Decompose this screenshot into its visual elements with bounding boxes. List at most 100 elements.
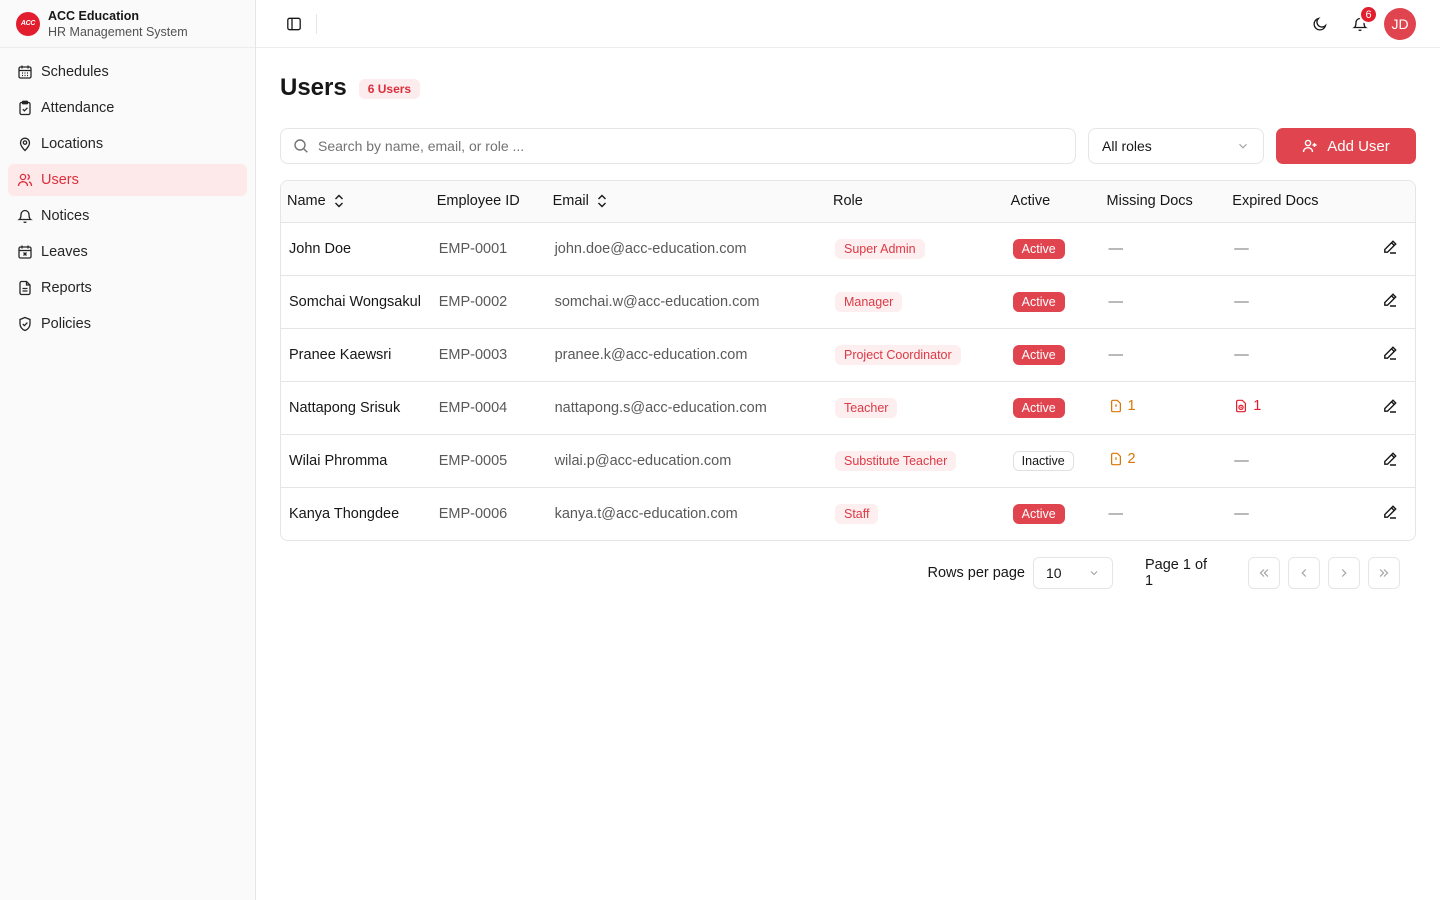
role-cell: Manager bbox=[827, 275, 1005, 328]
avatar[interactable]: JD bbox=[1384, 8, 1416, 40]
search-icon bbox=[294, 139, 308, 153]
sidebar-item-leaves[interactable]: Leaves bbox=[8, 236, 247, 268]
file-alert-icon bbox=[1110, 399, 1121, 413]
sidebar-item-policies[interactable]: Policies bbox=[8, 308, 247, 340]
actions-cell bbox=[1344, 328, 1415, 381]
user-name: Pranee Kaewsri bbox=[289, 346, 392, 363]
expired-docs-cell: — bbox=[1226, 275, 1344, 328]
missing-docs-cell: 2 bbox=[1101, 434, 1227, 487]
first-page-button[interactable] bbox=[1248, 557, 1280, 589]
user-email: wilai.p@acc-education.com bbox=[554, 452, 732, 469]
role-cell: Substitute Teacher bbox=[827, 434, 1005, 487]
search-input[interactable] bbox=[318, 138, 1018, 154]
missing-docs-cell: — bbox=[1101, 328, 1227, 381]
role-badge: Teacher bbox=[834, 397, 898, 418]
column-header-name[interactable]: Name bbox=[281, 181, 431, 223]
notifications-button[interactable]: 6 bbox=[1344, 5, 1378, 40]
sidebar-item-attendance[interactable]: Attendance bbox=[8, 92, 247, 124]
rows-per-page-label: Rows per page bbox=[927, 565, 1025, 581]
brand-header[interactable]: ACC ACC Education HR Management System bbox=[0, 0, 255, 48]
next-page-button[interactable] bbox=[1328, 557, 1360, 589]
add-user-button[interactable]: Add User bbox=[1276, 128, 1416, 164]
pencil-icon bbox=[1384, 451, 1397, 466]
column-header-missing-docs: Missing Docs bbox=[1100, 181, 1227, 223]
role-filter-value: All roles bbox=[1102, 138, 1152, 154]
sidebar-item-reports[interactable]: Reports bbox=[8, 272, 247, 304]
expired-docs-cell: 1 bbox=[1226, 381, 1344, 434]
sidebar-item-schedules[interactable]: Schedules bbox=[8, 56, 247, 88]
edit-user-button[interactable] bbox=[1382, 451, 1398, 467]
table-row[interactable]: John Doe EMP-0001 john.doe@acc-education.c… bbox=[281, 222, 1415, 275]
last-page-button[interactable] bbox=[1368, 557, 1400, 589]
sidebar-toggle-button[interactable] bbox=[280, 10, 308, 38]
missing-docs-empty: — bbox=[1108, 293, 1124, 310]
sidebar-item-users[interactable]: Users bbox=[8, 164, 247, 196]
status-badge: Active bbox=[1012, 344, 1065, 365]
table-row[interactable]: Pranee Kaewsri EMP-0003 pranee.k@acc-educa… bbox=[281, 328, 1415, 381]
edit-user-button[interactable] bbox=[1382, 345, 1398, 361]
user-count-badge: 6 Users bbox=[358, 79, 421, 99]
shield-check-icon bbox=[19, 316, 31, 332]
sidebar-item-label: Reports bbox=[41, 280, 92, 296]
rows-per-page-select[interactable]: 10 bbox=[1033, 557, 1113, 589]
table-row[interactable]: Kanya Thongdee EMP-0006 kanya.t@acc-educat… bbox=[281, 487, 1415, 540]
missing-docs-count[interactable]: 2 bbox=[1109, 451, 1136, 467]
pencil-icon bbox=[1384, 505, 1397, 519]
pencil-icon bbox=[1384, 345, 1397, 360]
user-name: John Doe bbox=[289, 240, 352, 257]
sidebar-item-notices[interactable]: Notices bbox=[8, 200, 247, 232]
column-header-email[interactable]: Email bbox=[546, 181, 827, 223]
sidebar-item-locations[interactable]: Locations bbox=[8, 128, 247, 160]
role-badge: Manager bbox=[834, 291, 903, 312]
user-name: Wilai Phromma bbox=[289, 452, 388, 469]
role-filter-select[interactable]: All roles bbox=[1088, 128, 1264, 164]
expired-docs-empty: — bbox=[1234, 240, 1249, 257]
sort-icon bbox=[334, 194, 343, 208]
chevron-down-icon bbox=[1239, 143, 1247, 149]
table-row[interactable]: Nattapong Srisuk EMP-0004 nattapong.s@acc-… bbox=[281, 381, 1415, 434]
edit-user-button[interactable] bbox=[1382, 239, 1398, 255]
missing-docs-empty: — bbox=[1108, 505, 1124, 522]
users-icon bbox=[17, 173, 33, 187]
sidebar-item-label: Locations bbox=[41, 136, 104, 152]
theme-toggle-button[interactable] bbox=[1304, 8, 1336, 40]
employee-id: EMP-0004 bbox=[438, 399, 508, 416]
status-badge: Active bbox=[1012, 397, 1065, 418]
search-box[interactable] bbox=[280, 128, 1076, 164]
missing-docs-cell: — bbox=[1101, 487, 1227, 540]
previous-page-button[interactable] bbox=[1288, 557, 1320, 589]
edit-user-button[interactable] bbox=[1382, 398, 1398, 414]
table-row[interactable]: Wilai Phromma EMP-0005 wilai.p@acc-educati… bbox=[281, 434, 1415, 487]
user-email: john.doe@acc-education.com bbox=[554, 240, 747, 257]
edit-user-button[interactable] bbox=[1382, 292, 1398, 308]
sidebar-item-label: Schedules bbox=[41, 64, 109, 80]
missing-docs-cell: — bbox=[1101, 275, 1227, 328]
expired-docs-count[interactable]: 1 bbox=[1234, 398, 1261, 414]
missing-docs-empty: — bbox=[1108, 346, 1124, 363]
moon-icon bbox=[1313, 17, 1327, 31]
sidebar-item-label: Notices bbox=[41, 208, 90, 224]
edit-user-button[interactable] bbox=[1382, 504, 1398, 520]
table-row[interactable]: Somchai Wongsakul EMP-0002 somchai.w@acc-e… bbox=[281, 275, 1415, 328]
page-info: Page 1 of 1 bbox=[1145, 557, 1208, 589]
user-email: pranee.k@acc-education.com bbox=[554, 346, 748, 363]
pencil-icon bbox=[1384, 398, 1397, 413]
chevron-right-icon bbox=[1341, 569, 1347, 577]
map-pin-icon bbox=[19, 137, 31, 152]
table-header-row: Name Employee ID Email Role Active Missi… bbox=[281, 181, 1415, 223]
sidebar-nav: Schedules Attendance Locations Users Not… bbox=[0, 48, 255, 352]
actions-cell bbox=[1344, 381, 1415, 434]
status-cell: Active bbox=[1005, 381, 1101, 434]
column-header-expired-docs: Expired Docs bbox=[1226, 181, 1345, 223]
expired-docs-empty: — bbox=[1234, 505, 1249, 522]
user-email: kanya.t@acc-education.com bbox=[554, 505, 738, 522]
role-cell: Project Coordinator bbox=[827, 328, 1005, 381]
user-plus-icon bbox=[1303, 139, 1317, 153]
file-alert-icon bbox=[1110, 452, 1121, 466]
sidebar-item-label: Policies bbox=[41, 316, 91, 332]
employee-id: EMP-0003 bbox=[438, 346, 508, 363]
clipboard-check-icon bbox=[19, 100, 31, 116]
role-badge: Super Admin bbox=[834, 238, 925, 259]
status-cell: Active bbox=[1005, 487, 1101, 540]
missing-docs-count[interactable]: 1 bbox=[1109, 398, 1136, 414]
